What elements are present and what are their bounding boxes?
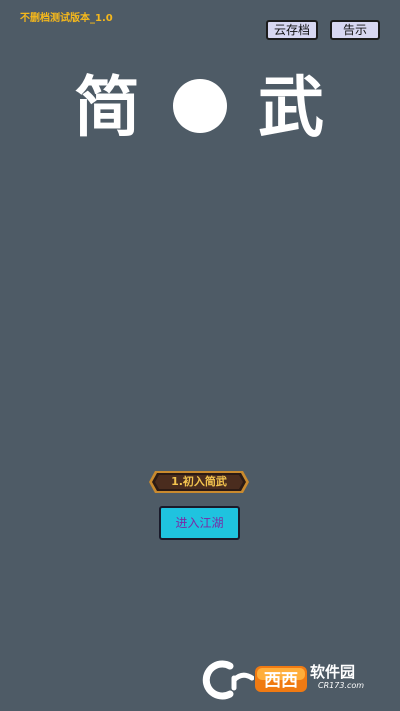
stage-banner-label: 1.初入简武: [171, 475, 227, 488]
cloud-save-button[interactable]: 云存档: [266, 20, 318, 40]
title-left-char: 简: [74, 69, 140, 146]
title-right-char: 武: [258, 69, 324, 146]
game-title: 简 武: [0, 68, 400, 148]
enter-world-button[interactable]: 进入江湖: [159, 506, 240, 540]
site-badge-icon: 西西: [255, 666, 307, 692]
watermark: 西西 软件园 CR173.com: [198, 658, 383, 702]
title-dot-icon: [173, 79, 227, 133]
site-logo-icon: [202, 660, 254, 700]
version-label: 不删档测试版本_1.0: [20, 13, 113, 24]
site-name: 软件园: [310, 663, 356, 681]
notice-button[interactable]: 告示: [330, 20, 380, 40]
site-url: CR173.com: [318, 681, 365, 690]
site-badge-text: 西西: [264, 671, 298, 691]
stage-banner: 1.初入简武: [149, 471, 249, 493]
